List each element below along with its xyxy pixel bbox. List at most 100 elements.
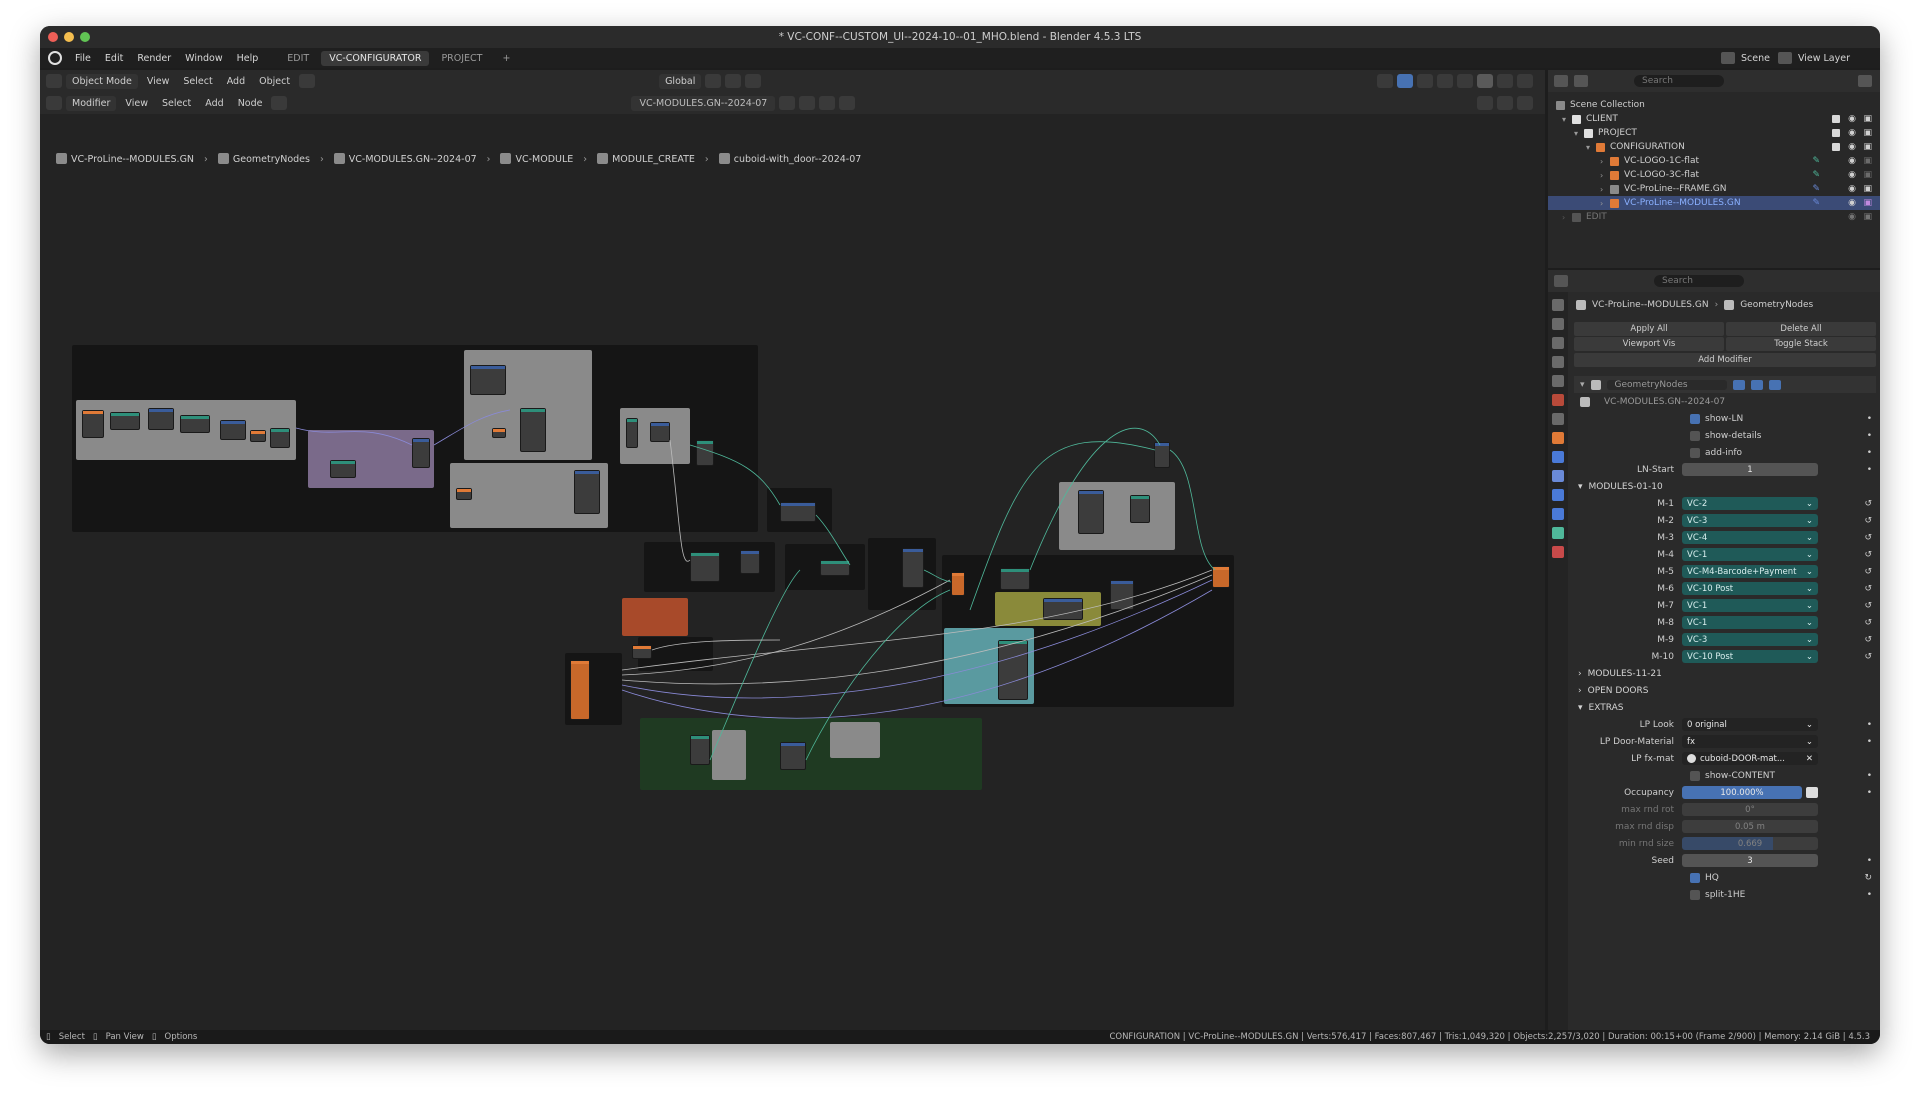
breadcrumb-item-group-1[interactable]: VC-MODULE xyxy=(500,153,573,165)
node-menu-select[interactable]: Select xyxy=(157,98,196,109)
keyframe-dot-icon[interactable]: • xyxy=(1867,856,1872,866)
split-checkbox[interactable] xyxy=(1690,889,1700,900)
chevron-right-icon[interactable]: › xyxy=(1600,171,1610,180)
outliner-row[interactable]: ▾ CONFIGURATION ◉ ▣ xyxy=(1548,140,1880,154)
keyframe-dot-icon[interactable]: • xyxy=(1867,890,1872,900)
view-layer-name[interactable]: View Layer xyxy=(1798,53,1850,64)
node-canvas[interactable] xyxy=(40,170,1545,1010)
edit-mode-icon[interactable] xyxy=(1732,379,1745,390)
scene-tab-icon[interactable] xyxy=(1552,375,1564,387)
visibility-icon[interactable] xyxy=(1377,74,1393,88)
breadcrumb-item-modifier[interactable]: GeometryNodes xyxy=(217,153,310,165)
proportional-edit-icon[interactable] xyxy=(745,74,762,88)
outliner-row[interactable]: › VC-LOGO-1C-flat ✎ ◉ ▣ xyxy=(1548,154,1880,168)
eye-icon[interactable]: ◉ xyxy=(1848,184,1856,194)
module-dropdown[interactable]: VC-4 ⌄ xyxy=(1682,531,1818,544)
node-overlay-icon[interactable] xyxy=(1517,96,1533,110)
node-menu-node[interactable]: Node xyxy=(233,98,268,109)
render-camera-icon[interactable]: ▣ xyxy=(1863,128,1872,138)
modules-11-21-section[interactable]: › MODULES-11-21 xyxy=(1570,665,1880,682)
modifier-tab-icon[interactable] xyxy=(1552,451,1564,463)
apply-all-button[interactable]: Apply All xyxy=(1574,322,1724,336)
view-layer-tab-icon[interactable] xyxy=(1552,356,1564,368)
outliner-row[interactable]: ▾ CLIENT ◉ ▣ xyxy=(1548,112,1880,126)
editor-type-icon[interactable] xyxy=(46,74,62,88)
module-dropdown[interactable]: VC-10 Post ⌄ xyxy=(1682,650,1818,663)
gizmo-icon[interactable] xyxy=(1397,74,1413,88)
unlink-tree-icon[interactable] xyxy=(819,96,836,110)
wireframe-shading-icon[interactable] xyxy=(1457,74,1473,88)
object-tab-icon[interactable] xyxy=(1552,432,1564,444)
max-rnd-rot-field[interactable]: 0° xyxy=(1682,803,1818,816)
close-window-button[interactable] xyxy=(48,32,58,42)
particles-tab-icon[interactable] xyxy=(1552,470,1564,482)
outliner-row[interactable]: ▾ PROJECT ◉ ▣ xyxy=(1548,126,1880,140)
keyframe-dot-icon[interactable]: • xyxy=(1867,448,1872,458)
node-tree-selector[interactable]: VC-MODULES.GN--2024-07 xyxy=(631,95,776,111)
exclude-checkbox[interactable] xyxy=(1832,115,1840,123)
chevron-right-icon[interactable]: › xyxy=(1600,185,1610,194)
modules-01-10-section[interactable]: ▾ MODULES-01-10 xyxy=(1570,478,1880,495)
eye-icon[interactable]: ◉ xyxy=(1848,212,1856,222)
lp-fx-mat-field[interactable]: cuboid-DOOR-mat... ✕ xyxy=(1682,752,1818,765)
reset-icon[interactable]: ↺ xyxy=(1864,584,1872,594)
material-shading-icon[interactable] xyxy=(1497,74,1513,88)
module-dropdown[interactable]: VC-1 ⌄ xyxy=(1682,616,1818,629)
show-content-checkbox[interactable] xyxy=(1690,770,1700,781)
outliner-search-input[interactable]: Search xyxy=(1634,75,1724,87)
blender-logo-icon[interactable] xyxy=(48,51,62,65)
seed-field[interactable]: 3 xyxy=(1682,854,1818,867)
module-dropdown[interactable]: VC-3 ⌄ xyxy=(1682,514,1818,527)
pivot-icon[interactable] xyxy=(705,74,722,88)
render-display-icon[interactable] xyxy=(1768,379,1781,390)
render-camera-icon[interactable]: ▣ xyxy=(1863,170,1872,180)
geometry-node-editor-dropdown[interactable]: Modifier xyxy=(66,95,117,111)
eye-icon[interactable]: ◉ xyxy=(1848,128,1856,138)
exclude-checkbox[interactable] xyxy=(1832,143,1840,151)
viewport-display-icon[interactable] xyxy=(1750,379,1763,390)
scene-name[interactable]: Scene xyxy=(1741,53,1770,64)
display-mode-icon[interactable] xyxy=(1574,75,1588,87)
outliner-row[interactable]: › VC-ProLine--FRAME.GN ✎ ◉ ▣ xyxy=(1548,182,1880,196)
keyframe-dot-icon[interactable]: • xyxy=(1867,720,1872,730)
workspace-tab-vc-configurator[interactable]: VC-CONFIGURATOR xyxy=(321,50,430,66)
add-workspace-button[interactable]: + xyxy=(495,51,519,66)
ln-start-field[interactable]: 1 xyxy=(1682,463,1818,476)
reset-icon[interactable]: ↺ xyxy=(1864,618,1872,628)
show-details-checkbox[interactable] xyxy=(1690,430,1700,441)
properties-editor-icon[interactable] xyxy=(1554,275,1568,287)
add-info-checkbox[interactable] xyxy=(1690,447,1700,458)
object-mode-dropdown[interactable]: Object Mode xyxy=(66,73,138,89)
fake-user-icon[interactable] xyxy=(779,96,796,110)
overlay-icon[interactable] xyxy=(1417,74,1433,88)
eye-icon[interactable]: ◉ xyxy=(1848,198,1856,208)
render-tab-icon[interactable] xyxy=(1552,318,1564,330)
menu-file[interactable]: File xyxy=(68,53,98,64)
rendered-shading-icon[interactable] xyxy=(1517,74,1533,88)
transform-orientation-dropdown[interactable]: Global xyxy=(659,73,702,89)
chevron-down-icon[interactable]: ▾ xyxy=(1586,143,1596,152)
outliner-row[interactable]: › EDIT ◉ ▣ xyxy=(1548,210,1880,224)
max-rnd-disp-field[interactable]: 0.05 m xyxy=(1682,820,1818,833)
outliner-row[interactable]: Scene Collection xyxy=(1548,98,1880,112)
breadcrumb-item-group-3[interactable]: cuboid-with_door--2024-07 xyxy=(718,153,861,165)
physics-tab-icon[interactable] xyxy=(1552,489,1564,501)
exclude-checkbox[interactable] xyxy=(1832,129,1840,137)
snap-node-icon[interactable] xyxy=(1497,96,1513,110)
toggle-stack-button[interactable]: Toggle Stack xyxy=(1726,337,1876,351)
eye-icon[interactable]: ◉ xyxy=(1848,142,1856,152)
tool-tab-icon[interactable] xyxy=(1552,299,1564,311)
module-dropdown[interactable]: VC-10 Post ⌄ xyxy=(1682,582,1818,595)
keyframe-dot-icon[interactable]: • xyxy=(1867,431,1872,441)
duplicate-tree-icon[interactable] xyxy=(799,96,816,110)
node-group-selector[interactable]: VC-MODULES.GN--2024-07 xyxy=(1596,396,1776,407)
render-camera-icon[interactable]: ▣ xyxy=(1863,212,1872,222)
viewport-menu-select[interactable]: Select xyxy=(178,76,217,87)
snap-icon[interactable] xyxy=(725,74,742,88)
reset-icon[interactable]: ↺ xyxy=(1864,567,1872,577)
chevron-right-icon[interactable]: › xyxy=(1600,157,1610,166)
zoom-window-button[interactable] xyxy=(80,32,90,42)
module-dropdown[interactable]: VC-2 ⌄ xyxy=(1682,497,1818,510)
data-tab-icon[interactable] xyxy=(1552,527,1564,539)
module-dropdown[interactable]: VC-1 ⌄ xyxy=(1682,548,1818,561)
